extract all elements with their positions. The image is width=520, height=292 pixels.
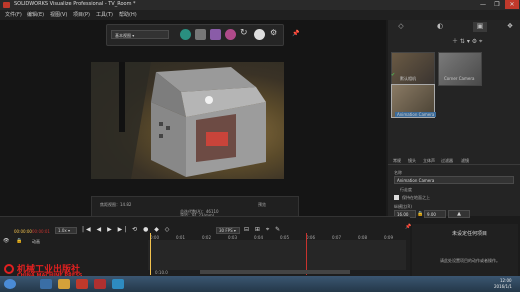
- notification-panel: 未设定任何项目 请此处设置项目的动作或者操作。: [412, 224, 518, 276]
- camera-icon[interactable]: [254, 29, 265, 40]
- tick-label: 0:03: [228, 235, 237, 240]
- camera-label-default: 默认相机: [400, 76, 416, 81]
- start-button[interactable]: [4, 279, 16, 289]
- fps-select[interactable]: 30 FPS ▾: [216, 227, 240, 234]
- title-bar: SOLIDWORKS Visualize Professional - TV_R…: [0, 0, 520, 10]
- menu-edit[interactable]: 编辑(E): [27, 11, 44, 18]
- camera-label-corner: Corner Camera: [444, 76, 475, 81]
- tick-label: 0:09: [384, 235, 393, 240]
- divider: [388, 164, 520, 165]
- maximize-button[interactable]: ❐: [490, 0, 504, 9]
- timeline-track[interactable]: [148, 240, 406, 270]
- mode-text: 预览: [258, 202, 266, 207]
- menu-bar: 文件(F) 编辑(E) 视图(V) 项目(P) 工具(T) 帮助(H): [0, 10, 520, 20]
- render-mode-icon[interactable]: [180, 29, 191, 40]
- lock-icon[interactable]: 🔒: [417, 211, 423, 217]
- tick-label: 0:02: [202, 235, 211, 240]
- model-tab-icon[interactable]: ◇: [394, 22, 408, 32]
- ratio-preset-button[interactable]: ▲: [448, 210, 470, 218]
- appearance-tab-icon[interactable]: ◐: [433, 22, 447, 32]
- globe-icon[interactable]: [225, 29, 236, 40]
- render-image[interactable]: [91, 62, 284, 179]
- menu-view[interactable]: 视图(V): [50, 11, 67, 18]
- tick-label: 0:04: [254, 235, 263, 240]
- preview-icon[interactable]: [195, 29, 206, 40]
- menu-project[interactable]: 项目(P): [73, 11, 90, 18]
- ground-checkbox-label: 保持在地面之上: [402, 195, 430, 200]
- timecode-end: 00:00:01: [32, 229, 50, 234]
- tick-label: 0:00: [150, 235, 159, 240]
- ratio-height-field[interactable]: 9.00: [424, 210, 446, 218]
- tick-label: 0:05: [280, 235, 289, 240]
- refresh-icon[interactable]: ↻: [240, 28, 248, 38]
- clock-time: 12:00: [500, 278, 512, 283]
- publisher-logo-icon: [4, 264, 14, 274]
- active-check-icon: ✔: [391, 72, 396, 78]
- type-label: 行走度: [400, 187, 412, 192]
- menu-file[interactable]: 文件(F): [5, 11, 22, 18]
- timecode-current: 00:00:00: [14, 229, 32, 234]
- end-marker[interactable]: [306, 233, 307, 275]
- timeline-pin-icon[interactable]: 📌: [405, 224, 411, 230]
- playhead[interactable]: [150, 233, 151, 275]
- viewport-toolbar: 基本视图 ▾ ↻ ⚙: [106, 24, 284, 46]
- menu-help[interactable]: 帮助(H): [119, 11, 137, 18]
- camera-tools[interactable]: ＋ ⇅ ▾ ⚙ ⌖: [452, 36, 482, 46]
- timeline-tools[interactable]: ⊟ ⊞ ⌖ ✎: [244, 226, 282, 234]
- visibility-icon[interactable]: 👁: [3, 238, 9, 244]
- tick-label: 0:06: [306, 235, 315, 240]
- tick-label: 0:08: [358, 235, 367, 240]
- scene-tab-icon[interactable]: ❖: [503, 22, 517, 32]
- camera-tab-icon[interactable]: ▣: [473, 22, 487, 32]
- settings-icon[interactable]: ⚙: [270, 28, 277, 37]
- track-label: 动画: [32, 239, 40, 244]
- camera-select[interactable]: 基本视图 ▾: [111, 30, 169, 39]
- close-button[interactable]: ✕: [505, 0, 519, 9]
- notification-body: 请此处设置项目的动作或者操作。: [440, 258, 500, 263]
- material-icon[interactable]: [210, 29, 221, 40]
- pin-icon[interactable]: 📌: [292, 30, 299, 37]
- clock-date: 2016/1/1: [494, 284, 512, 289]
- minimize-button[interactable]: —: [476, 0, 490, 9]
- fov-text: 焦距视图：14.82: [100, 202, 132, 207]
- taskbar-app-ie[interactable]: [40, 279, 52, 289]
- lock-track-icon[interactable]: 🔒: [16, 238, 22, 244]
- window-title: SOLIDWORKS Visualize Professional - TV_R…: [14, 1, 136, 7]
- speed-select[interactable]: 1.0x ▾: [55, 227, 77, 234]
- transport-controls[interactable]: |◀ ◀ ▶ ▶| ⟲ ● ◆ ◇: [82, 226, 171, 233]
- ground-checkbox[interactable]: [394, 195, 399, 200]
- viewport-status: 焦距视图：14.82 总迭代数(A)：46110 渲染：91.23(mm) 预览: [91, 196, 299, 218]
- taskbar-app-visualize[interactable]: [112, 279, 124, 289]
- timeline-scrollbar[interactable]: [200, 270, 350, 274]
- camera-label-animation: Animation Camera: [395, 112, 437, 117]
- taskbar-app-media[interactable]: [76, 279, 88, 289]
- tick-label: 0:01: [176, 235, 185, 240]
- app-icon: [3, 2, 10, 8]
- timeline-footer: 0:10.0: [155, 270, 168, 275]
- taskbar-app-solidworks[interactable]: [94, 279, 106, 289]
- taskbar-app-explorer[interactable]: [58, 279, 70, 289]
- tick-label: 0:07: [332, 235, 341, 240]
- name-field[interactable]: Animation Camera: [394, 176, 514, 184]
- room-model-icon: [91, 62, 266, 179]
- notification-title: 未设定任何项目: [452, 231, 488, 237]
- menu-tools[interactable]: 工具(T): [96, 11, 113, 18]
